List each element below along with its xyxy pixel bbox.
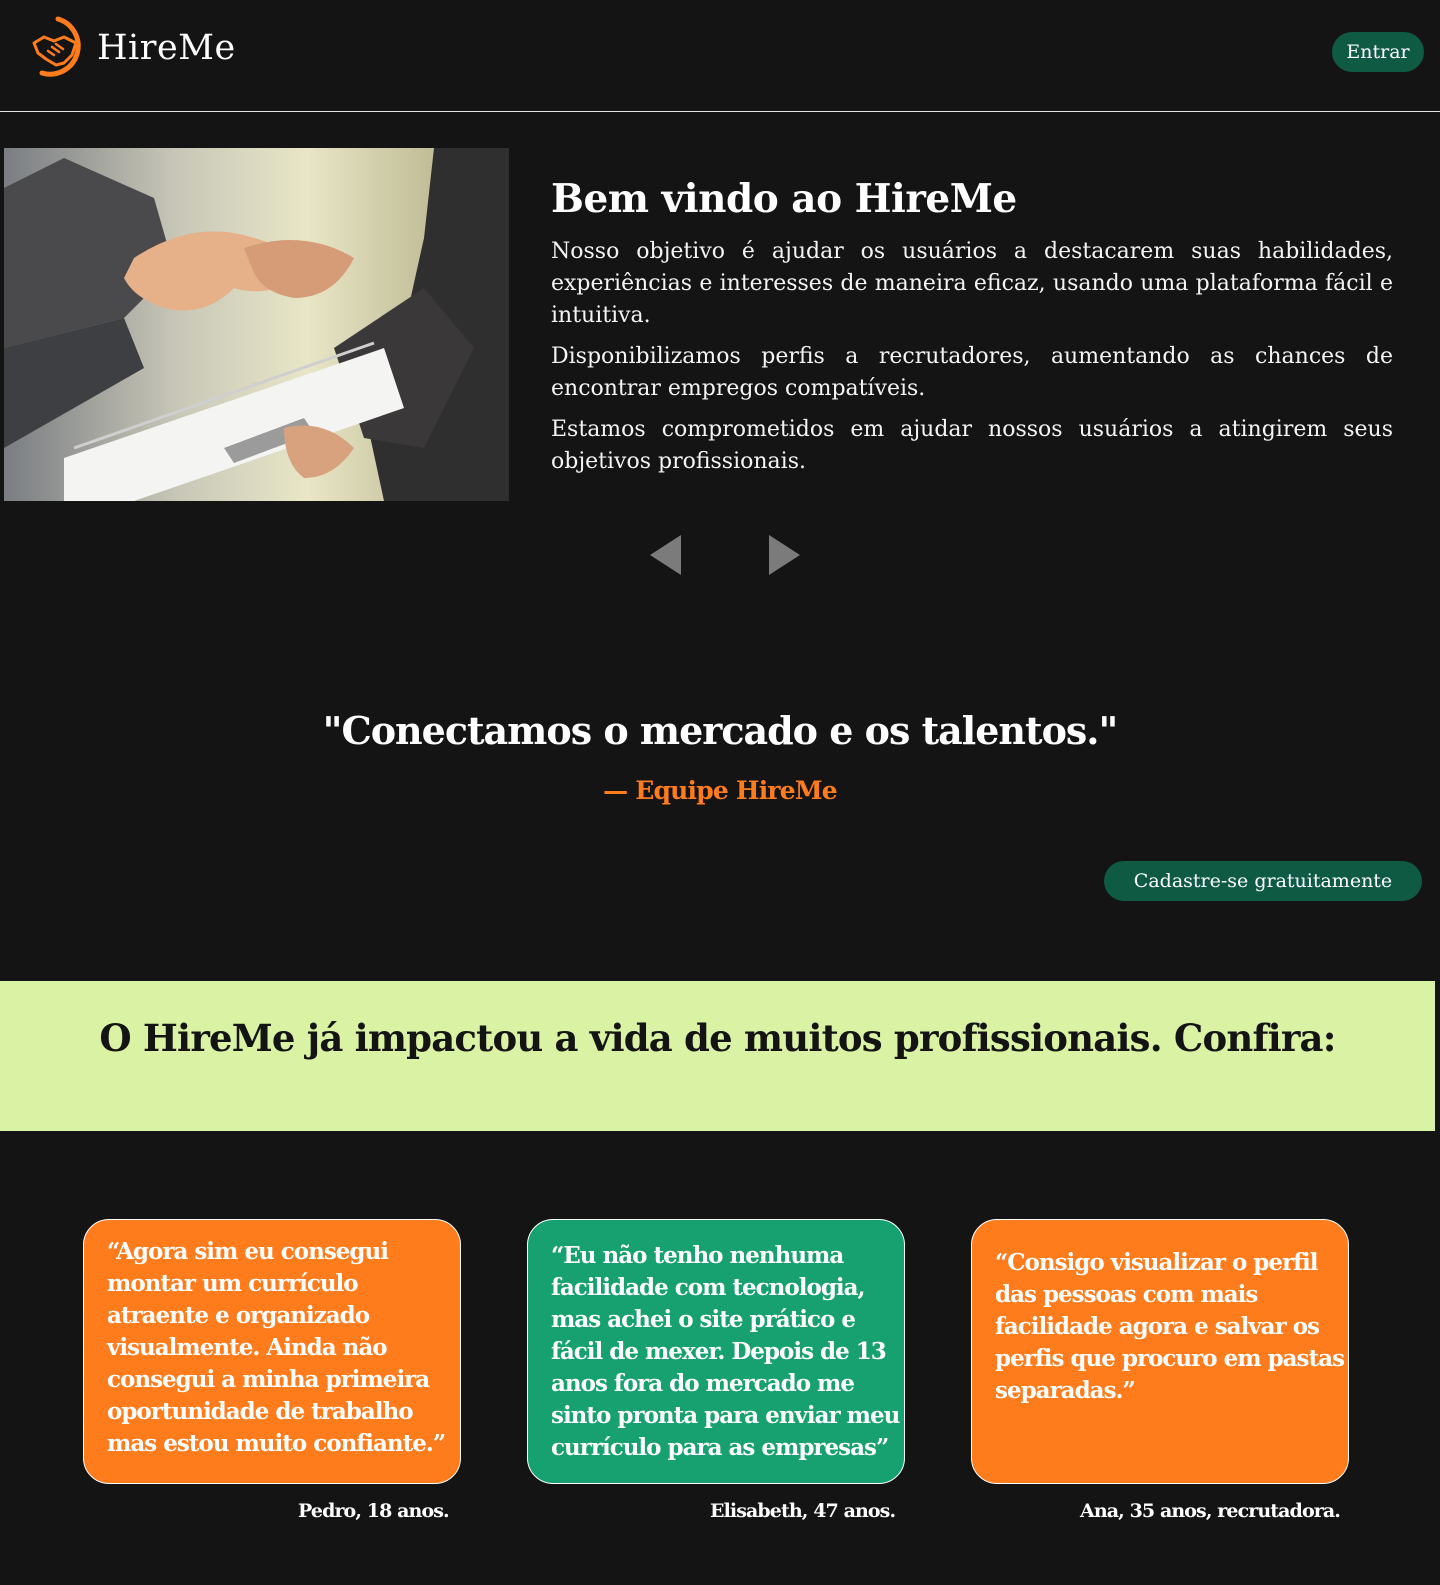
- quote-author: — Equipe HireMe: [603, 776, 838, 805]
- impact-title: O HireMe já impactou a vida de muitos pr…: [99, 1016, 1336, 1060]
- hero-title: Bem vindo ao HireMe: [551, 176, 1017, 222]
- quote-text: "Conectamos o mercado e os talentos.": [322, 708, 1119, 753]
- signup-button[interactable]: Cadastre-se gratuitamente: [1104, 861, 1422, 901]
- carousel-prev-button[interactable]: [648, 533, 688, 577]
- login-button[interactable]: Entrar: [1332, 32, 1424, 72]
- testimonial-text: “Eu não tenho nenhuma facilidade com tec…: [551, 1242, 900, 1461]
- brand-name[interactable]: HireMe: [97, 28, 236, 68]
- testimonial-card: “Agora sim eu consegui montar um currícu…: [83, 1219, 461, 1484]
- site-header: HireMe Entrar: [0, 0, 1440, 112]
- arrow-left-icon: [650, 535, 681, 575]
- handshake-icon[interactable]: [28, 15, 84, 85]
- hero-paragraph: Estamos comprometidos em ajudar nossos u…: [551, 417, 1393, 474]
- testimonial-author: Pedro, 18 anos.: [298, 1500, 450, 1522]
- hero-paragraph: Nosso objetivo é ajudar os usuários a de…: [551, 239, 1393, 328]
- testimonial-card: “Consigo visualizar o perfil das pessoas…: [971, 1219, 1349, 1484]
- carousel-next-button[interactable]: [764, 533, 804, 577]
- arrow-right-icon: [769, 535, 800, 575]
- testimonial-card: “Eu não tenho nenhuma facilidade com tec…: [527, 1219, 905, 1484]
- hero-image: [4, 148, 509, 501]
- page: HireMe Entrar Bem vindo ao HireMe Nosso …: [0, 0, 1440, 1585]
- hero-text: Bem vindo ao HireMe Nosso objetivo é aju…: [551, 176, 1393, 487]
- testimonial-text: “Agora sim eu consegui montar um currícu…: [107, 1238, 446, 1457]
- hero-paragraph: Disponibilizamos perfis a recrutadores, …: [551, 344, 1393, 401]
- testimonial-author: Elisabeth, 47 anos.: [710, 1500, 896, 1522]
- testimonial-author: Ana, 35 anos, recrutadora.: [1080, 1500, 1341, 1522]
- testimonial-text: “Consigo visualizar o perfil das pessoas…: [995, 1249, 1345, 1404]
